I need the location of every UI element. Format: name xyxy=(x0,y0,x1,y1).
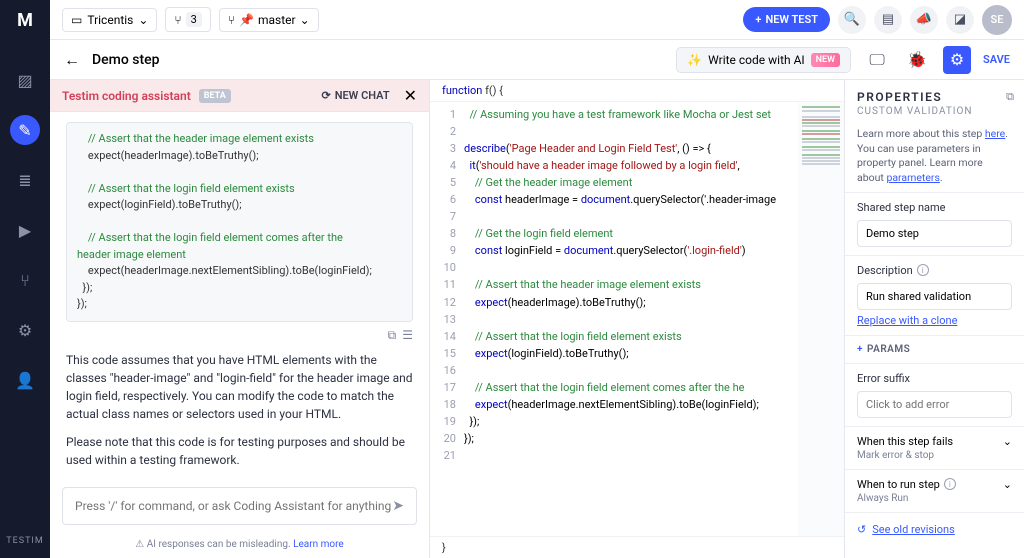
properties-info: Learn more about this step here. You can… xyxy=(845,121,1024,193)
assistant-paragraph-2: Please note that this code is for testin… xyxy=(66,433,413,469)
warning-icon: ⚠ xyxy=(135,539,144,550)
shared-step-label: Shared step name xyxy=(857,201,1012,214)
plus-icon: + xyxy=(857,344,863,355)
shared-step-input[interactable] xyxy=(857,220,1012,247)
user-avatar[interactable]: SE xyxy=(982,5,1012,35)
step-toolbar: ← Demo step ✨ Write code with AI NEW 🖵 🐞… xyxy=(50,40,1024,80)
nav-dashboard-icon[interactable]: ▨ xyxy=(10,65,40,95)
save-button[interactable]: SAVE xyxy=(983,53,1010,66)
error-suffix-input[interactable] xyxy=(857,391,1012,418)
nav-user-icon[interactable]: 👤 xyxy=(10,365,40,395)
sparkle-icon: ✨ xyxy=(687,53,702,67)
copy-properties-icon[interactable]: ⧉ xyxy=(1006,90,1014,104)
assistant-footer: ⚠ AI responses can be misleading. Learn … xyxy=(50,535,429,558)
nav-settings-icon[interactable]: ⚙ xyxy=(10,315,40,345)
coding-assistant-panel: Testim coding assistant BETA ⟳ NEW CHAT … xyxy=(50,80,430,558)
add-params-button[interactable]: + PARAMS xyxy=(857,344,1012,355)
announce-icon[interactable]: 📣 xyxy=(910,6,938,34)
assistant-text-input[interactable] xyxy=(75,499,392,513)
app-logo: M xyxy=(17,10,33,31)
insert-code-icon[interactable]: ☰ xyxy=(402,328,413,343)
chevron-down-icon: ⌄ xyxy=(138,13,148,27)
pin-icon: 📌 xyxy=(239,13,254,27)
branch-list-button[interactable]: ⑂ 3 xyxy=(165,7,210,32)
send-icon[interactable]: ➤ xyxy=(392,498,404,514)
plus-icon: + xyxy=(755,13,761,26)
when-to-run-row[interactable]: When to run step i Always Run ⌄ xyxy=(857,478,1012,504)
back-button[interactable]: ← xyxy=(64,50,80,70)
brand-label: TESTIM xyxy=(6,536,44,546)
branch-selector[interactable]: ⑂ 📌 master ⌄ xyxy=(219,8,319,32)
chevron-down-icon: ⌄ xyxy=(300,13,310,27)
old-revisions-link[interactable]: See old revisions xyxy=(872,523,955,536)
search-icon[interactable]: 🔍 xyxy=(838,6,866,34)
left-nav-rail: M ▨ ✎ ≣ ▶ ⑂ ⚙ 👤 TESTIM xyxy=(0,0,50,558)
chevron-down-icon: ⌄ xyxy=(1003,435,1012,448)
assistant-input-box[interactable]: ➤ xyxy=(62,487,417,525)
here-link[interactable]: here xyxy=(985,127,1005,140)
description-input[interactable] xyxy=(857,283,1012,310)
assistant-paragraph-1: This code assumes that you have HTML ele… xyxy=(66,351,413,423)
editor-signature: function f() { xyxy=(430,80,844,102)
refresh-icon: ⟳ xyxy=(321,89,330,102)
nav-list-icon[interactable]: ≣ xyxy=(10,165,40,195)
info-icon[interactable]: i xyxy=(917,264,929,276)
properties-title: PROPERTIES xyxy=(857,90,1012,104)
branch-icon: ⑂ xyxy=(174,13,181,27)
properties-panel: PROPERTIES CUSTOM VALIDATION ⧉ Learn mor… xyxy=(844,80,1024,558)
beta-badge: BETA xyxy=(199,89,231,103)
nav-play-icon[interactable]: ▶ xyxy=(10,215,40,245)
new-test-button[interactable]: + NEW TEST xyxy=(743,7,830,32)
apps-icon[interactable]: ◪ xyxy=(946,6,974,34)
minimap[interactable] xyxy=(798,102,844,536)
copy-code-icon[interactable]: ⧉ xyxy=(388,328,397,343)
line-gutter: 123456789101112131415161718192021 xyxy=(430,102,464,536)
close-assistant-icon[interactable]: ✕ xyxy=(404,86,417,105)
nav-editor-icon[interactable]: ✎ xyxy=(10,115,40,145)
parameters-link[interactable]: parameters xyxy=(886,171,939,184)
branch-icon: ⑂ xyxy=(228,13,235,27)
properties-subtitle: CUSTOM VALIDATION xyxy=(857,106,1012,117)
code-editor[interactable]: function f() { 1234567891011121314151617… xyxy=(430,80,844,558)
info-icon[interactable]: i xyxy=(944,478,956,490)
history-icon: ↺ xyxy=(857,523,866,536)
project-selector[interactable]: ▭ Tricentis ⌄ xyxy=(62,8,157,32)
bug-icon[interactable]: 🐞 xyxy=(903,46,931,74)
editor-closing-brace: } xyxy=(430,536,844,558)
description-label: Descriptioni xyxy=(857,264,1012,277)
code-content[interactable]: // Assuming you have a test framework li… xyxy=(464,102,798,536)
nav-branch-icon[interactable]: ⑂ xyxy=(10,265,40,295)
new-chat-button[interactable]: ⟳ NEW CHAT xyxy=(321,89,389,102)
error-suffix-label: Error suffix xyxy=(857,372,1012,385)
settings-icon[interactable]: ⚙ xyxy=(943,46,971,74)
assistant-code-block: // Assert that the header image element … xyxy=(66,122,413,322)
fail-behavior-row[interactable]: When this step fails Mark error & stop ⌄ xyxy=(857,435,1012,461)
docs-icon[interactable]: ▤ xyxy=(874,6,902,34)
assistant-title: Testim coding assistant xyxy=(62,89,191,103)
step-title: Demo step xyxy=(92,52,160,68)
laptop-icon: ▭ xyxy=(71,13,82,27)
topbar: ▭ Tricentis ⌄ ⑂ 3 ⑂ 📌 master ⌄ + NEW TES… xyxy=(50,0,1024,40)
monitor-icon[interactable]: 🖵 xyxy=(863,46,891,74)
learn-more-link[interactable]: Learn more xyxy=(293,539,344,550)
chevron-down-icon: ⌄ xyxy=(1003,478,1012,491)
replace-clone-link[interactable]: Replace with a clone xyxy=(857,314,1012,327)
write-with-ai-button[interactable]: ✨ Write code with AI NEW xyxy=(676,47,851,73)
